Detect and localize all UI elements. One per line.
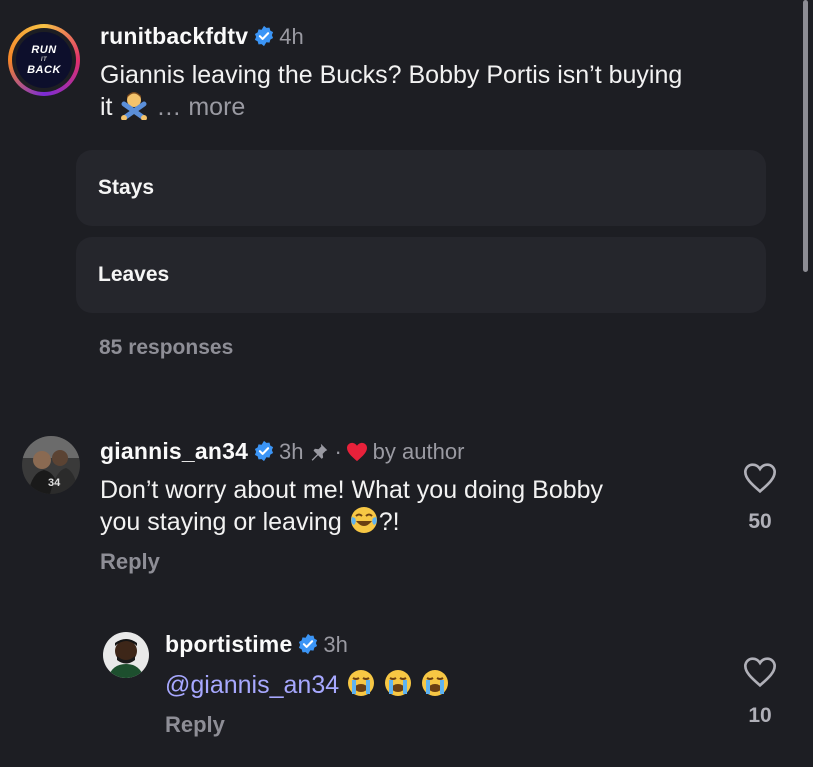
comment-text-line-1: Don’t worry about me! What you doing Bob… xyxy=(100,476,604,504)
scrollbar[interactable] xyxy=(803,0,808,272)
poll-option-label: Stays xyxy=(98,176,155,199)
more-link[interactable]: … more xyxy=(156,93,245,121)
reply-username[interactable]: bportistime xyxy=(165,631,292,657)
post-time: 4h xyxy=(279,24,304,49)
reply-button[interactable]: Reply xyxy=(100,549,160,575)
reply-time: 3h xyxy=(323,632,348,657)
avatar-photo: 34 xyxy=(22,436,80,494)
post-username[interactable]: runitbackfdtv xyxy=(100,23,248,49)
separator-dot: · xyxy=(334,439,342,464)
comment-time: 3h xyxy=(279,439,304,464)
reply-text: @giannis_an34 xyxy=(165,668,450,700)
post-caption: Giannis leaving the Bucks? Bobby Portis … xyxy=(100,60,780,122)
mention-link[interactable]: @giannis_an34 xyxy=(165,671,339,699)
comment-text-line-2: you staying or leaving xyxy=(100,508,342,536)
person-gesturing-no-icon xyxy=(121,92,148,120)
post-avatar[interactable]: RUN IT BACK xyxy=(8,24,80,96)
poll-responses-count[interactable]: 85 responses xyxy=(99,336,233,360)
reply-header: bportistime 3h xyxy=(165,631,348,658)
verified-badge-icon xyxy=(254,25,273,47)
like-count: 50 xyxy=(748,510,772,533)
reply-button[interactable]: Reply xyxy=(165,712,225,738)
caption-line-1: Giannis leaving the Bucks? Bobby Portis … xyxy=(100,61,683,89)
comment-text: Don’t worry about me! What you doing Bob… xyxy=(100,475,700,537)
face-with-tears-of-joy-icon xyxy=(350,507,377,533)
loudly-crying-face-icon xyxy=(421,670,448,696)
post-header: runitbackfdtv 4h xyxy=(100,23,304,50)
pin-icon xyxy=(311,443,328,461)
comment-text-suffix: ?! xyxy=(378,508,400,536)
like-count: 10 xyxy=(748,704,772,727)
comment-avatar[interactable]: 34 xyxy=(22,436,80,494)
poll-option-leaves[interactable]: Leaves xyxy=(76,237,766,313)
reply-avatar[interactable] xyxy=(103,632,149,678)
liked-by-author: by author xyxy=(372,439,465,464)
comment-header: giannis_an34 3h · by author xyxy=(100,438,464,465)
loudly-crying-face-icon xyxy=(348,670,375,696)
like-heart-icon[interactable] xyxy=(742,656,778,688)
poll-option-label: Leaves xyxy=(98,263,170,286)
svg-text:34: 34 xyxy=(48,477,61,489)
heart-filled-icon xyxy=(347,442,368,462)
verified-badge-icon xyxy=(298,633,317,655)
caption-line-2: it xyxy=(100,93,113,121)
comment-username[interactable]: giannis_an34 xyxy=(100,438,248,464)
poll-option-stays[interactable]: Stays xyxy=(76,150,766,226)
avatar-photo xyxy=(103,632,149,678)
run-it-back-logo: RUN IT BACK xyxy=(16,32,72,88)
verified-badge-icon xyxy=(254,440,273,462)
loudly-crying-face-icon xyxy=(385,670,412,696)
like-heart-icon[interactable] xyxy=(742,462,778,494)
